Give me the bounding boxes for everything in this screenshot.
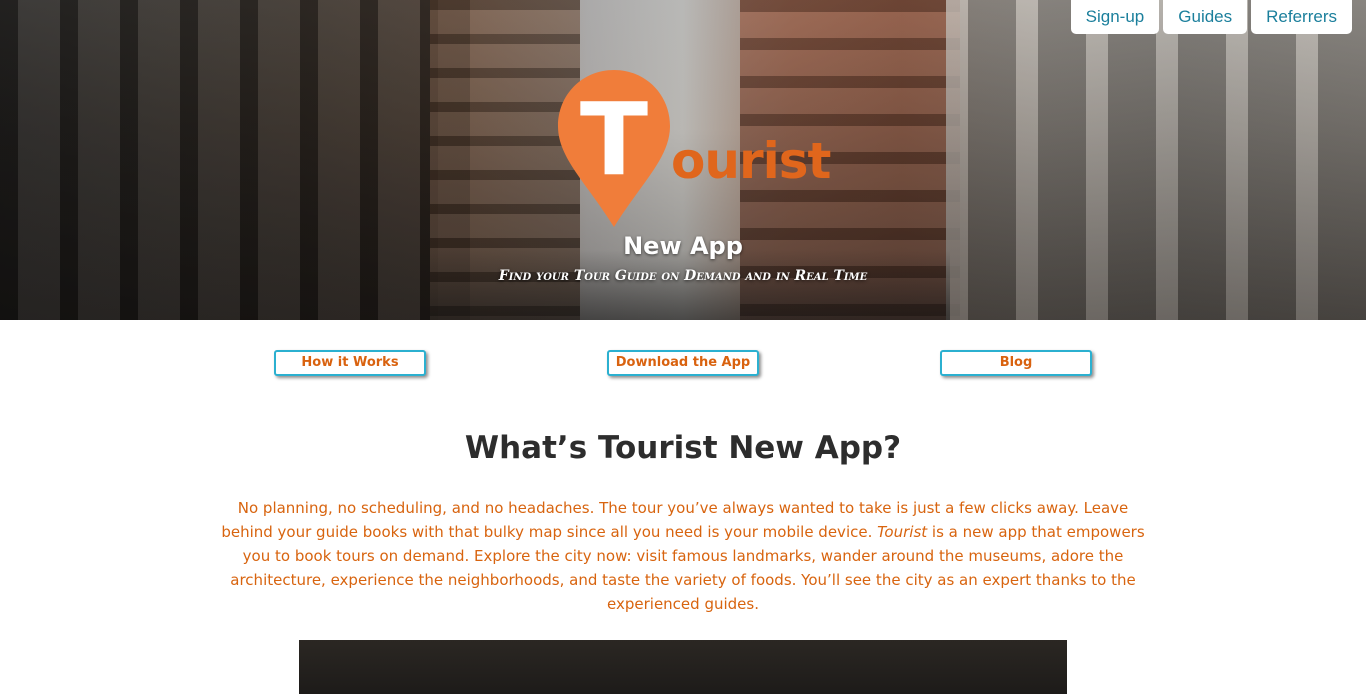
logo-letter: T (580, 81, 648, 198)
hero-background-street (430, 250, 950, 320)
intro-app-name: Tourist (877, 523, 928, 541)
hero-subtitle: Find your Tour Guide on Demand and in Re… (498, 268, 868, 284)
blog-button[interactable]: Blog (940, 350, 1092, 376)
hero-title: New App (623, 232, 743, 260)
video-player[interactable] (299, 640, 1067, 694)
nav-guides-link[interactable]: Guides (1163, 0, 1248, 34)
intro-paragraph: No planning, no scheduling, and no heada… (213, 496, 1153, 616)
tourist-logo: T ourist (556, 70, 831, 230)
top-nav: Sign-up Guides Referrers (1070, 0, 1352, 34)
nav-referrers-link[interactable]: Referrers (1251, 0, 1352, 34)
nav-signup-link[interactable]: Sign-up (1070, 0, 1160, 34)
hero-banner: Sign-up Guides Referrers T ourist New Ap… (0, 0, 1366, 320)
section-nav: How it Works Download the App Blog (0, 350, 1366, 378)
logo-wordmark: ourist (671, 132, 831, 190)
download-app-button[interactable]: Download the App (607, 350, 759, 376)
section-title: What’s Tourist New App? (464, 430, 902, 466)
how-it-works-button[interactable]: How it Works (274, 350, 426, 376)
